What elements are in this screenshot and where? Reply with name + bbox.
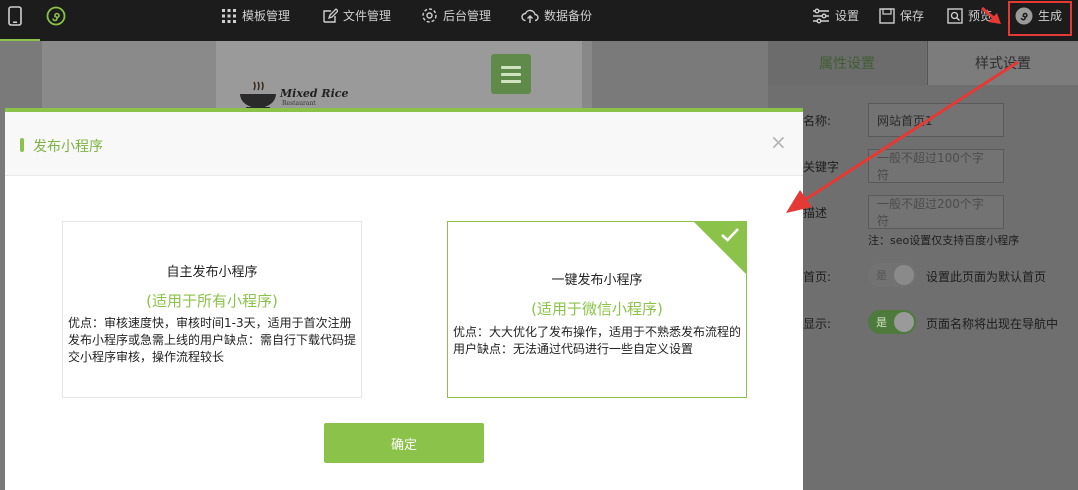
- save-button[interactable]: 保存: [879, 0, 924, 31]
- dialog-title: 发布小程序: [33, 139, 103, 155]
- home-hint: 设置此页面为默认首页: [926, 270, 1047, 284]
- option-one-click-publish[interactable]: 一键发布小程序 (适用于微信小程序) 优点：大大优化了发布操作，适用于不熟悉发布…: [447, 221, 747, 398]
- miniprogram-icon[interactable]: [46, 0, 71, 31]
- home-toggle-text: 是: [876, 269, 887, 282]
- name-input[interactable]: 网站首页1: [868, 103, 1004, 137]
- save-icon: [879, 7, 895, 24]
- cloud-upload-icon: [521, 9, 539, 23]
- data-backup-button[interactable]: 数据备份: [521, 0, 592, 31]
- grid-icon: [222, 8, 236, 23]
- gear-icon: [422, 8, 437, 23]
- canvas-side-left: [42, 41, 216, 111]
- seo-note: 注：seo设置仅支持百度小程序: [868, 234, 1020, 247]
- edit-icon: [323, 7, 338, 23]
- show-hint: 页面名称将出现在导航中: [926, 317, 1059, 331]
- keywords-label: 关键字: [803, 160, 840, 174]
- keywords-input[interactable]: 一般不超过100个字符: [868, 149, 1004, 183]
- description-input[interactable]: 一般不超过200个字符: [868, 195, 1004, 229]
- settings-button[interactable]: 设置: [812, 0, 859, 31]
- preview-label: 预览: [968, 9, 993, 23]
- home-label: 首页:: [803, 270, 832, 284]
- name-label: 名称:: [803, 114, 832, 128]
- dialog-header: 发布小程序 ×: [5, 112, 803, 176]
- backend-manage-button[interactable]: 后台管理: [421, 0, 491, 31]
- option-description: 优点：审核速度快，审核时间1-3天，适用于首次注册发布小程序或急需上线的用户缺点…: [68, 316, 357, 364]
- description-label: 描述: [803, 206, 828, 220]
- mobile-icon[interactable]: [8, 0, 27, 31]
- backend-manage-label: 后台管理: [443, 9, 492, 23]
- template-manage-button[interactable]: 模板管理: [221, 0, 290, 31]
- file-manage-button[interactable]: 文件管理: [322, 0, 391, 31]
- option-description: 优点：大大优化了发布操作，适用于不熟悉发布流程的用户缺点：无法通过代码进行一些自…: [453, 325, 742, 356]
- save-label: 保存: [900, 9, 925, 23]
- option-subtitle: (适用于微信小程序): [531, 300, 663, 318]
- logo-name: Mixed Rice: [280, 87, 349, 100]
- tab-style-settings[interactable]: 样式设置: [927, 41, 1078, 85]
- show-toggle-text: 是: [876, 316, 887, 329]
- preview-button[interactable]: 预览: [947, 0, 992, 31]
- title-accent-bar: [20, 138, 24, 152]
- file-manage-label: 文件管理: [343, 9, 392, 23]
- show-toggle[interactable]: 是: [868, 310, 916, 334]
- template-manage-label: 模板管理: [242, 9, 291, 23]
- data-backup-label: 数据备份: [544, 9, 593, 23]
- checkmark-icon: [720, 227, 740, 246]
- option-title: 自主发布小程序: [166, 265, 258, 280]
- tab-attribute-settings[interactable]: 属性设置: [768, 41, 926, 85]
- option-subtitle: (适用于所有小程序): [146, 292, 278, 310]
- confirm-button[interactable]: 确定: [324, 423, 484, 463]
- preview-icon: [947, 7, 963, 24]
- phone-scrollbar: [582, 41, 592, 111]
- tab-attribute-label: 属性设置: [819, 56, 875, 72]
- settings-label: 设置: [835, 9, 860, 23]
- option-self-publish[interactable]: 自主发布小程序 (适用于所有小程序) 优点：审核速度快，审核时间1-3天，适用于…: [62, 221, 362, 398]
- option-title: 一键发布小程序: [551, 273, 643, 288]
- home-toggle[interactable]: 是: [868, 263, 916, 287]
- logo-subtitle: Restaurant: [282, 100, 316, 107]
- tab-style-label: 样式设置: [975, 56, 1031, 72]
- close-icon[interactable]: ×: [770, 130, 787, 154]
- menu-icon[interactable]: [491, 54, 531, 94]
- show-label: 显示:: [803, 317, 832, 331]
- publish-miniprogram-dialog: 发布小程序 × 自主发布小程序 (适用于所有小程序) 优点：审核速度快，审核时间…: [5, 108, 803, 490]
- top-toolbar: 模板管理 文件管理 后台管理 数据备份 设置 保存 预览 生成: [0, 0, 1078, 41]
- generate-highlight-box: [1008, 1, 1072, 36]
- sliders-icon: [813, 8, 829, 23]
